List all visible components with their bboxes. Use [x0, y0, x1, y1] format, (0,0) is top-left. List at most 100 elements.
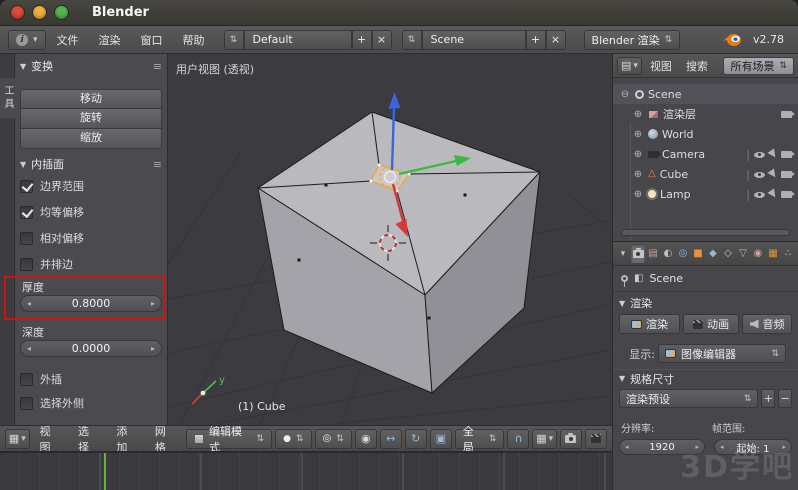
collapse-icon[interactable]: ⊖ [619, 89, 631, 100]
menu-window[interactable]: 窗口 [132, 32, 172, 48]
window-close-button[interactable] [11, 6, 24, 19]
menu-mesh[interactable]: 网格 [148, 425, 183, 452]
tree-row-camera[interactable]: ⊕ Camera | [613, 144, 798, 164]
slider-right-icon[interactable]: ▸ [151, 344, 155, 353]
tab-texture[interactable]: ▦ [766, 244, 780, 263]
scale-button[interactable]: 缩放 [20, 129, 162, 149]
tool-shelf-tab-tools[interactable]: 工具 [0, 78, 15, 118]
translate-button[interactable]: 移动 [20, 89, 162, 109]
selectability-cursor-icon[interactable] [767, 168, 778, 179]
edge-rail-checkbox[interactable] [20, 258, 33, 271]
expand-icon[interactable]: ⊕ [632, 109, 644, 120]
depth-slider[interactable]: ◂ 0.0000 ▸ [20, 340, 162, 357]
render-presets-select[interactable]: 渲染预设 ⇅ [619, 389, 758, 408]
tab-render[interactable] [631, 244, 645, 263]
outliner-menu-search[interactable]: 搜索 [680, 58, 714, 74]
pin-icon[interactable] [621, 275, 628, 282]
render-animation-button[interactable]: 动画 [683, 314, 739, 334]
slider-right-icon[interactable]: ▸ [151, 299, 155, 308]
render-still-button[interactable]: 渲染 [619, 314, 680, 334]
renderability-icon[interactable] [781, 171, 792, 178]
tab-object[interactable]: ■ [691, 244, 705, 263]
manipulator-toggle-button[interactable]: ◉ [355, 429, 377, 449]
render-engine-select[interactable]: Blender 渲染 ⇅ [584, 30, 681, 50]
selectability-cursor-icon[interactable] [767, 148, 778, 159]
boundary-checkbox[interactable] [20, 180, 33, 193]
manipulator-translate-button[interactable]: ↔ [380, 429, 402, 449]
rotate-button[interactable]: 旋转 [20, 109, 162, 129]
render-audio-button[interactable]: 音频 [742, 314, 792, 334]
thickness-slider[interactable]: ◂ 0.8000 ▸ [20, 295, 162, 312]
expand-icon[interactable]: ⊕ [632, 129, 644, 140]
editor-type-button-3dview[interactable]: ▦ ▾ [5, 429, 30, 449]
resolution-x-slider[interactable]: ◂ 1920 ▸ [619, 439, 705, 455]
tab-material[interactable]: ◉ [751, 244, 765, 263]
tree-row-world[interactable]: ⊕ World [613, 124, 798, 144]
outliner-display-filter-select[interactable]: 所有场景 ⇅ [723, 57, 794, 75]
render-panel-header[interactable]: ▼ 渲染 [613, 294, 798, 312]
expand-icon[interactable]: ⊕ [632, 149, 644, 160]
viewport-shading-select[interactable]: ● ⇅ [275, 429, 311, 449]
preset-remove-button[interactable]: − [778, 389, 792, 408]
tab-particles[interactable]: ∴ [781, 244, 795, 263]
menu-help[interactable]: 帮助 [174, 32, 214, 48]
pivot-center-select[interactable]: ◎ ⇅ [315, 429, 352, 449]
transform-panel-header[interactable]: ▼ 变换 ≡ [20, 57, 162, 75]
outliner-menu-view[interactable]: 视图 [644, 58, 678, 74]
scene-browse-button[interactable]: ⇅ [402, 30, 422, 50]
window-minimize-button[interactable] [33, 6, 46, 19]
snap-element-select[interactable]: ▦ ▾ [532, 429, 557, 449]
transform-orientation-select[interactable]: 全局 ⇅ [455, 429, 505, 449]
opengl-render-anim-button[interactable] [585, 429, 607, 449]
menu-view[interactable]: 视图 [33, 425, 68, 452]
select-outer-checkbox[interactable] [20, 397, 33, 410]
timeline-strip[interactable] [0, 452, 612, 490]
panel-menu-icon[interactable]: ≡ [153, 158, 162, 171]
screen-layout-delete-button[interactable]: × [372, 30, 392, 50]
slider-right-icon[interactable]: ▸ [695, 443, 699, 451]
scene-name-field[interactable]: Scene [422, 30, 526, 50]
tree-row-cube[interactable]: ⊕ △ Cube | [613, 164, 798, 184]
screen-layout-name-field[interactable]: Default [244, 30, 352, 50]
inset-faces-panel-header[interactable]: ▼ 内插面 ≡ [20, 155, 162, 173]
outliner-horizontal-scrollbar[interactable] [621, 229, 790, 236]
tab-scene[interactable]: ◐ [661, 244, 675, 263]
3d-viewport[interactable]: y 用户视图 (透视) (1) Cube [168, 54, 612, 425]
tree-row-renderlayers[interactable]: ⊕ 渲染层 [613, 104, 798, 124]
opengl-render-button[interactable] [560, 429, 582, 449]
editor-type-button-info[interactable]: i ▾ [8, 30, 46, 50]
frame-start-slider[interactable]: ◂ 起始: 1 ▸ [714, 439, 792, 455]
screen-layout-add-button[interactable]: + [352, 30, 372, 50]
tab-modifiers[interactable]: ◇ [721, 244, 735, 263]
visibility-eye-icon[interactable] [754, 149, 765, 160]
scene-delete-button[interactable]: × [546, 30, 566, 50]
menu-add[interactable]: 添加 [109, 425, 144, 452]
manipulator-rotate-button[interactable]: ↻ [405, 429, 427, 449]
tab-constraints[interactable]: ◆ [706, 244, 720, 263]
render-display-select[interactable]: 图像编辑器 ⇅ [658, 344, 786, 363]
visibility-eye-icon[interactable] [754, 189, 765, 200]
outset-checkbox[interactable] [20, 373, 33, 386]
renderability-icon[interactable] [781, 151, 792, 158]
expand-icon[interactable]: ⊕ [632, 189, 644, 200]
panel-menu-icon[interactable]: ≡ [153, 60, 162, 73]
visibility-eye-icon[interactable] [754, 169, 765, 180]
offset-even-checkbox[interactable] [20, 206, 33, 219]
preset-add-button[interactable]: + [761, 389, 775, 408]
window-maximize-button[interactable] [55, 6, 68, 19]
tab-data[interactable]: ▽ [736, 244, 750, 263]
snap-magnet-button[interactable]: ∩ [507, 429, 529, 449]
selectability-cursor-icon[interactable] [767, 188, 778, 199]
expand-icon[interactable]: ⊕ [632, 169, 644, 180]
current-frame-playhead[interactable] [104, 453, 106, 490]
manipulator-scale-button[interactable]: ▣ [430, 429, 452, 449]
dimensions-panel-header[interactable]: ▼ 规格尺寸 [613, 369, 798, 387]
mode-select[interactable]: 编辑模式 ⇅ [186, 429, 272, 449]
tree-row-lamp[interactable]: ⊕ Lamp | [613, 184, 798, 204]
tree-row-scene[interactable]: ⊖ Scene [613, 84, 798, 104]
menu-render[interactable]: 渲染 [90, 32, 130, 48]
menu-select[interactable]: 选择 [71, 425, 106, 452]
renderability-icon[interactable] [781, 111, 792, 118]
renderability-icon[interactable] [781, 191, 792, 198]
tab-world[interactable]: ◎ [676, 244, 690, 263]
